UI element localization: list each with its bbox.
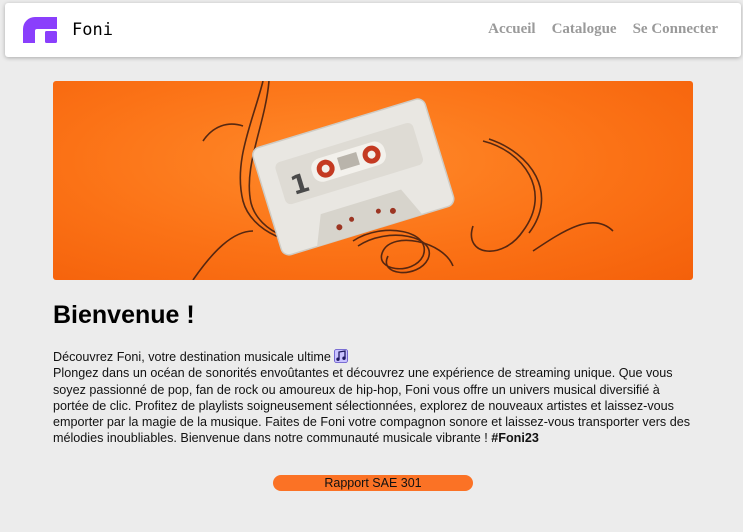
nav-link-se-connecter[interactable]: Se Connecter (633, 21, 718, 38)
top-navbar: Foni Accueil Catalogue Se Connecter (5, 3, 741, 57)
nav-link-catalogue[interactable]: Catalogue (552, 21, 617, 38)
cassette-illustration: 1 (192, 81, 614, 280)
foni-logo-icon[interactable] (23, 17, 57, 43)
page-title: Bienvenue ! (53, 301, 195, 329)
hashtag: #Foni23 (491, 431, 539, 446)
report-button[interactable]: Rapport SAE 301 (273, 475, 473, 491)
intro-body: Plongez dans un océan de sonorités envoû… (53, 366, 690, 446)
music-notes-icon (334, 349, 349, 363)
brand-name[interactable]: Foni (72, 20, 113, 40)
intro-line: Découvrez Foni, votre destination musica… (53, 350, 331, 364)
nav-link-accueil[interactable]: Accueil (488, 21, 535, 38)
hero-banner-image: 1 (53, 81, 693, 280)
intro-text: Découvrez Foni, votre destination musica… (53, 349, 698, 447)
nav-links: Accueil Catalogue Se Connecter (488, 21, 718, 38)
